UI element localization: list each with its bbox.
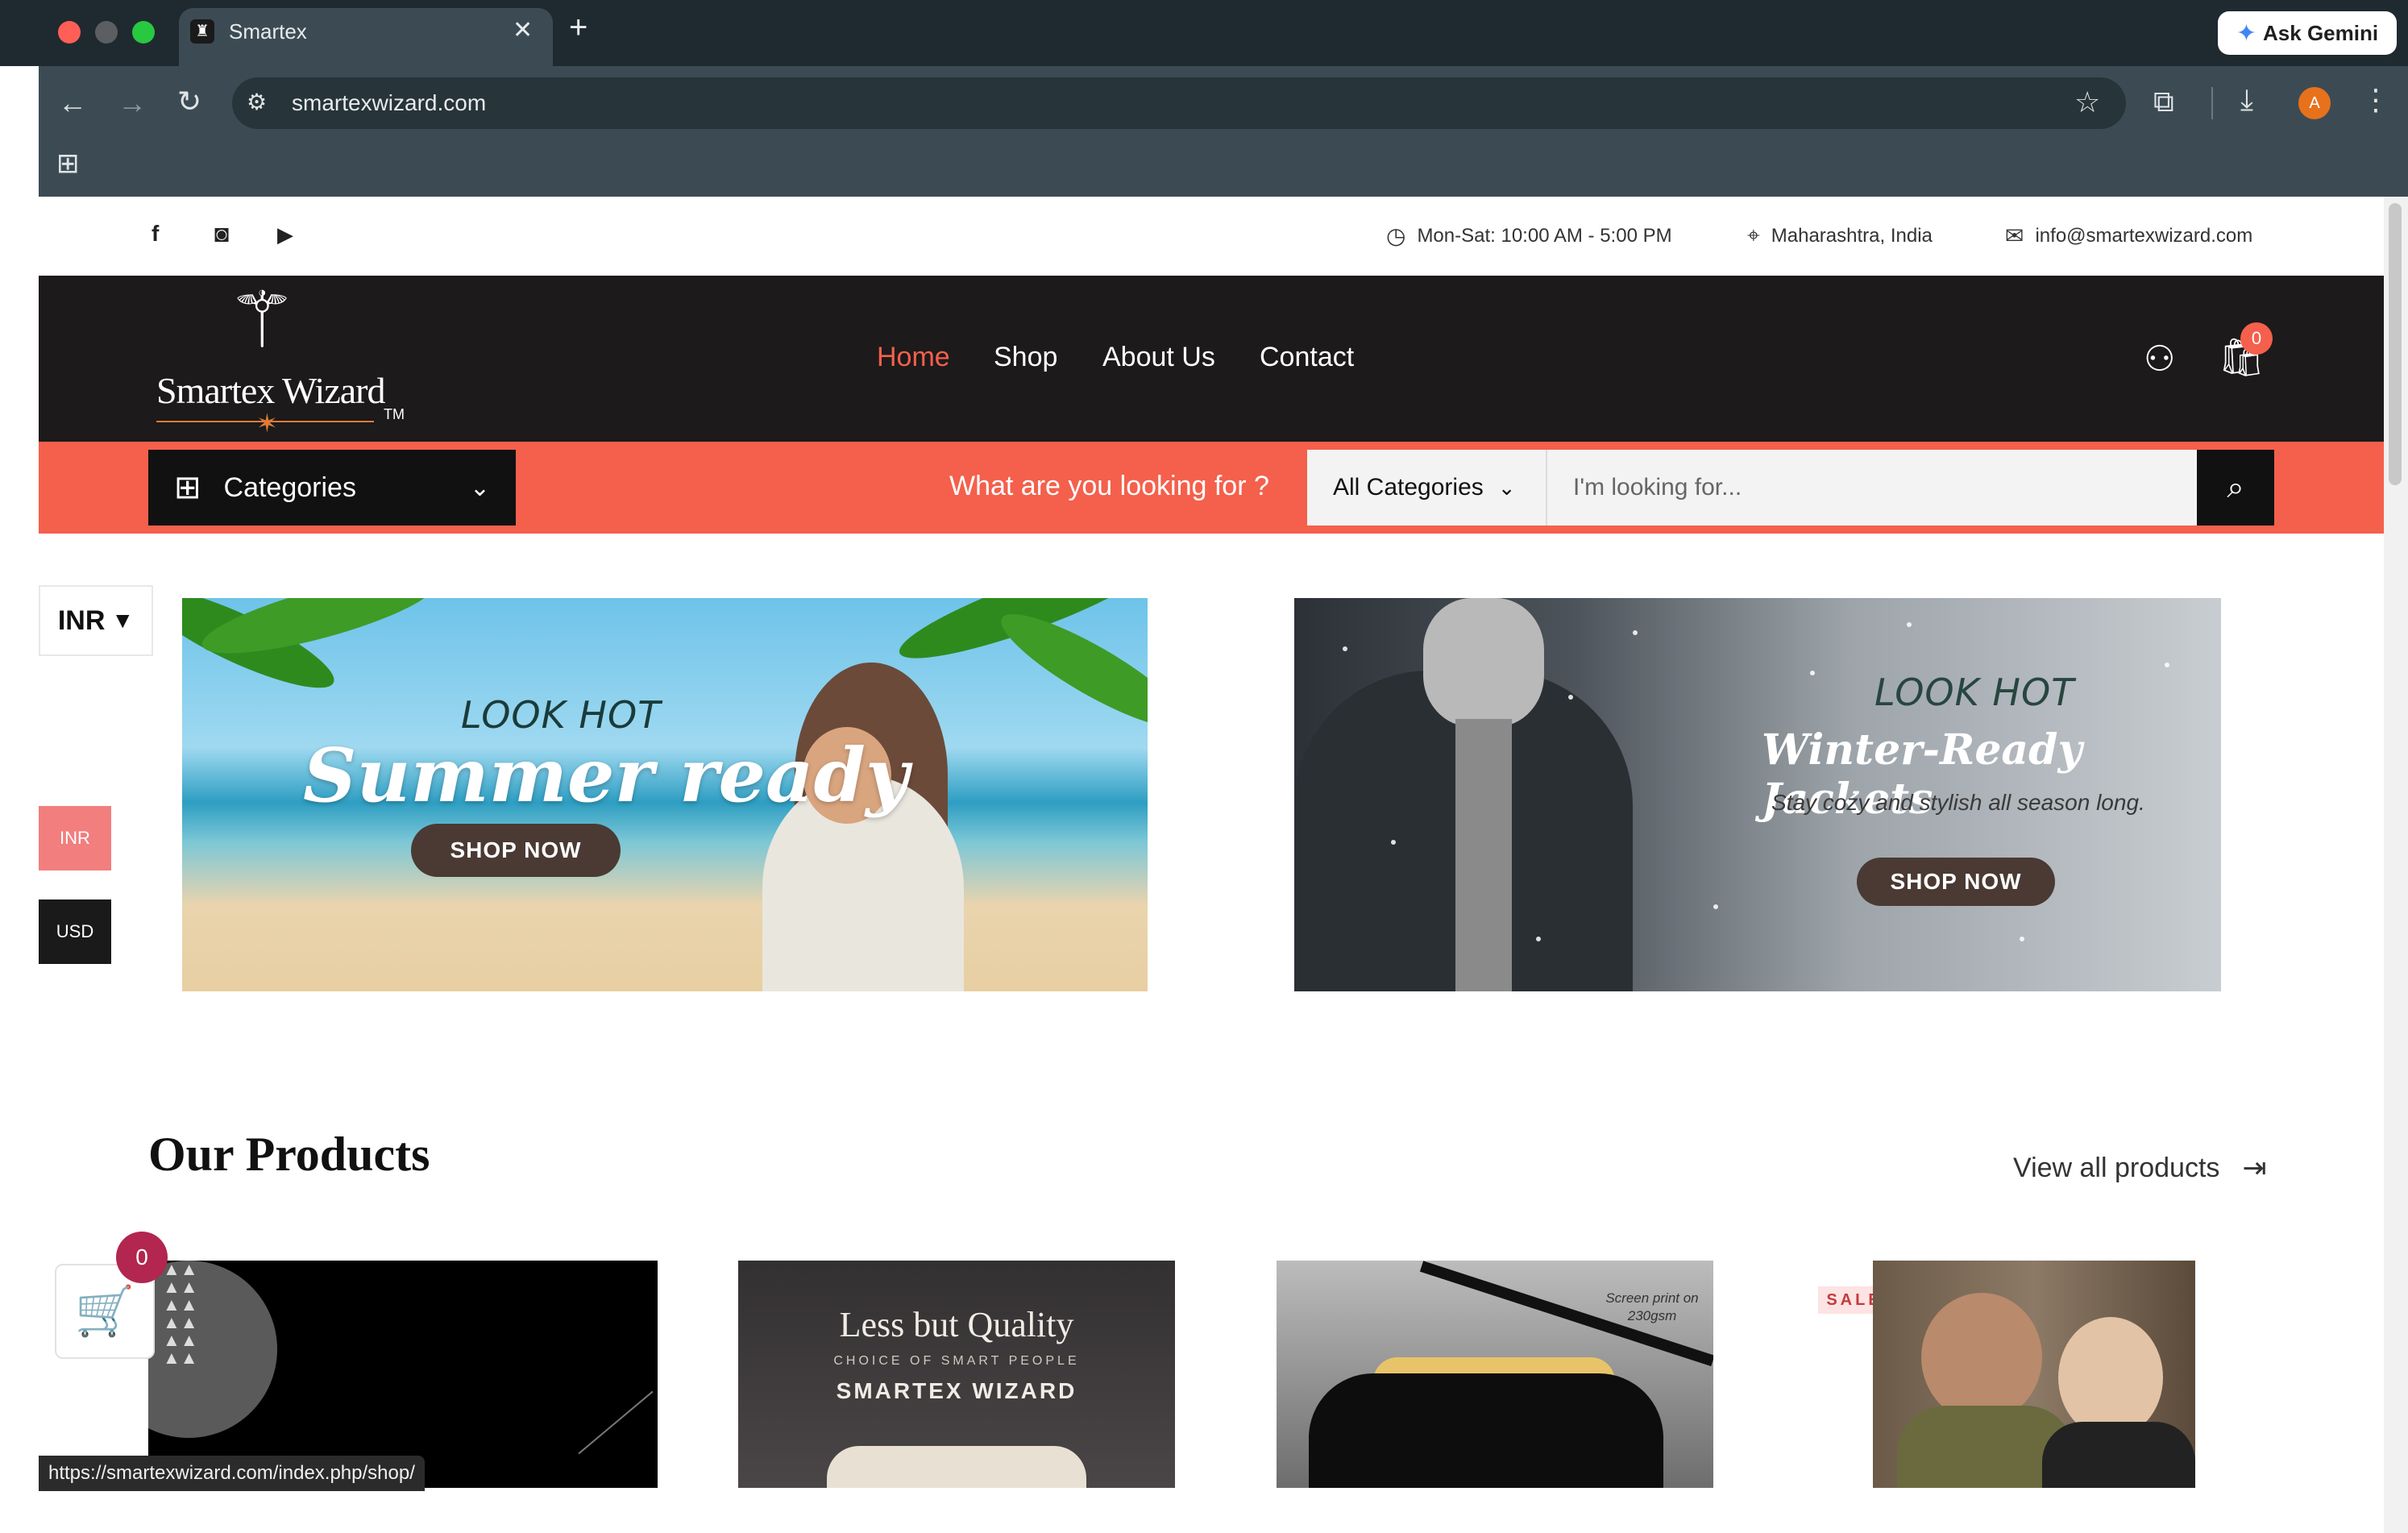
- chevron-down-icon: ⌄: [1497, 475, 1516, 500]
- tab-title: Smartex: [229, 19, 307, 44]
- categories-dropdown-button[interactable]: ⊞ Categories ⌄: [148, 450, 516, 526]
- mittens-shape: [1423, 598, 1544, 727]
- wizard-logo-icon[interactable]: ⚚: [227, 282, 297, 359]
- card2-brand: SMARTEX WIZARD: [836, 1378, 1077, 1403]
- nav-home[interactable]: Home: [877, 342, 950, 373]
- nav-shop[interactable]: Shop: [994, 342, 1057, 373]
- summer-headline: Summer ready: [303, 732, 909, 819]
- browser-status-url: https://smartexwizard.com/index.php/shop…: [39, 1456, 425, 1491]
- tshirt-shape: [827, 1446, 1086, 1488]
- triangle-pattern-graphic: ▲▲ ▲▲ ▲▲ ▲▲ ▲▲ ▲▲: [163, 1261, 198, 1368]
- currency-option-inr[interactable]: INR: [39, 806, 111, 870]
- apps-grid-icon[interactable]: ⊞: [56, 150, 80, 177]
- wizard-favicon-icon: ♜: [190, 19, 214, 44]
- triangle-down-icon: ▼: [111, 608, 135, 633]
- address-bar[interactable]: [232, 77, 2126, 129]
- card2-title: Less but Quality: [839, 1305, 1074, 1344]
- ask-gemini-button[interactable]: ✦ Ask Gemini: [2218, 11, 2397, 55]
- location-pin-icon: ⌖: [1747, 222, 1760, 247]
- page-scrollbar-thumb[interactable]: [2389, 203, 2402, 485]
- line-graphic: [578, 1390, 654, 1455]
- product-card-4[interactable]: [1873, 1261, 2195, 1488]
- window-zoom-button[interactable]: [132, 21, 155, 44]
- mail-icon: ✉: [2005, 223, 2024, 248]
- download-icon[interactable]: ⤓: [2240, 85, 2253, 114]
- currency-option-usd[interactable]: USD: [39, 899, 111, 964]
- winter-tagline: Stay cozy and stylish all season long.: [1771, 790, 2145, 815]
- tshirt-shape: [1309, 1373, 1663, 1488]
- instagram-icon[interactable]: ◙: [214, 221, 229, 248]
- all-categories-label: All Categories: [1333, 474, 1484, 501]
- currency-select[interactable]: INR ▼: [39, 585, 153, 656]
- forward-arrow-icon[interactable]: →: [118, 89, 147, 118]
- window-minimize-button[interactable]: [95, 21, 118, 44]
- search-icon: ⌕: [2227, 471, 2244, 505]
- site-logo-text[interactable]: Smartex Wizard: [156, 369, 385, 412]
- business-hours: ◷ Mon-Sat: 10:00 AM - 5:00 PM: [1386, 222, 1672, 249]
- back-arrow-icon[interactable]: ←: [58, 89, 87, 118]
- summer-kicker: LOOK HOT: [461, 693, 662, 737]
- lens-search-icon[interactable]: ⧉: [2153, 87, 2174, 116]
- bookmark-star-icon[interactable]: ☆: [2074, 85, 2100, 119]
- category-grid-icon: ⊞: [174, 470, 201, 505]
- search-prompt-text: What are you looking for ?: [949, 471, 1269, 501]
- toolbar-divider: [2211, 87, 2213, 119]
- product-search-input[interactable]: [1547, 450, 2197, 526]
- currency-selected: INR: [57, 604, 106, 636]
- products-section-title: Our Products: [148, 1128, 430, 1181]
- kebab-menu-icon[interactable]: ⋮: [2361, 85, 2390, 114]
- ask-gemini-label: Ask Gemini: [2263, 20, 2379, 45]
- cart-count-badge: 0: [2240, 322, 2273, 355]
- exit-arrow-icon: ⇥: [2242, 1151, 2267, 1184]
- winter-banner[interactable]: LOOK HOT Winter-Ready Jackets Stay cozy …: [1294, 598, 2221, 991]
- magic-wand-icon: ✶: [256, 409, 278, 438]
- address-bar-url[interactable]: smartexwizard.com: [292, 90, 486, 116]
- all-categories-select[interactable]: All Categories ⌄: [1307, 450, 1547, 526]
- reload-icon[interactable]: ↻: [177, 87, 201, 116]
- black-jacket-shape: [2042, 1422, 2195, 1488]
- clock-icon: ◷: [1386, 223, 1406, 248]
- search-submit-button[interactable]: ⌕: [2197, 450, 2274, 526]
- product-card-2[interactable]: Less but Quality CHOICE OF SMART PEOPLE …: [738, 1261, 1175, 1488]
- window-close-button[interactable]: [58, 21, 81, 44]
- card2-subtitle: CHOICE OF SMART PEOPLE: [833, 1354, 1080, 1368]
- floating-cart-count-badge: 0: [116, 1232, 168, 1283]
- winter-kicker: LOOK HOT: [1875, 671, 2075, 714]
- scarf-shape: [1455, 719, 1512, 991]
- nav-contact[interactable]: Contact: [1260, 342, 1354, 373]
- winter-shop-now-button[interactable]: SHOP NOW: [1857, 858, 2055, 906]
- card3-print-tag: Screen print on 230gsm: [1605, 1290, 1699, 1323]
- shopping-basket-icon: 🛒: [74, 1284, 135, 1338]
- product-card-1[interactable]: ▲▲ ▲▲ ▲▲ ▲▲ ▲▲ ▲▲: [148, 1261, 658, 1488]
- business-location: ⌖ Maharashtra, India: [1747, 222, 1933, 249]
- location-text: Maharashtra, India: [1771, 224, 1933, 247]
- product-card-3[interactable]: Screen print on 230gsm: [1277, 1261, 1713, 1488]
- palm-leaf-shape: [990, 598, 1148, 744]
- profile-avatar[interactable]: A: [2298, 87, 2331, 119]
- chevron-down-icon: ⌄: [469, 474, 490, 501]
- nav-about-us[interactable]: About Us: [1102, 342, 1215, 373]
- email-text[interactable]: info@smartexwizard.com: [2035, 225, 2252, 247]
- gemini-spark-icon: ✦: [2236, 19, 2257, 47]
- view-all-label: View all products: [2013, 1152, 2220, 1183]
- page-left-gutter: [0, 197, 39, 1533]
- summer-shop-now-button[interactable]: SHOP NOW: [411, 824, 621, 877]
- woman-face-shape: [2058, 1317, 2163, 1438]
- logo-trademark: TM: [384, 406, 405, 422]
- summer-banner[interactable]: LOOK HOT Summer ready SHOP NOW: [182, 598, 1148, 991]
- facebook-icon[interactable]: f: [152, 221, 159, 247]
- categories-label: Categories: [223, 472, 356, 503]
- hours-text: Mon-Sat: 10:00 AM - 5:00 PM: [1417, 224, 1672, 247]
- site-info-icon[interactable]: ⚙: [247, 89, 267, 115]
- youtube-icon[interactable]: ▶: [277, 222, 293, 247]
- view-all-products-link[interactable]: View all products ⇥: [2013, 1151, 2267, 1185]
- tab-close-icon[interactable]: ✕: [513, 16, 533, 44]
- business-email[interactable]: ✉ info@smartexwizard.com: [2005, 222, 2252, 249]
- user-account-icon[interactable]: ⚇: [2144, 339, 2175, 380]
- new-tab-icon[interactable]: +: [569, 11, 587, 44]
- man-face-shape: [1921, 1293, 2042, 1422]
